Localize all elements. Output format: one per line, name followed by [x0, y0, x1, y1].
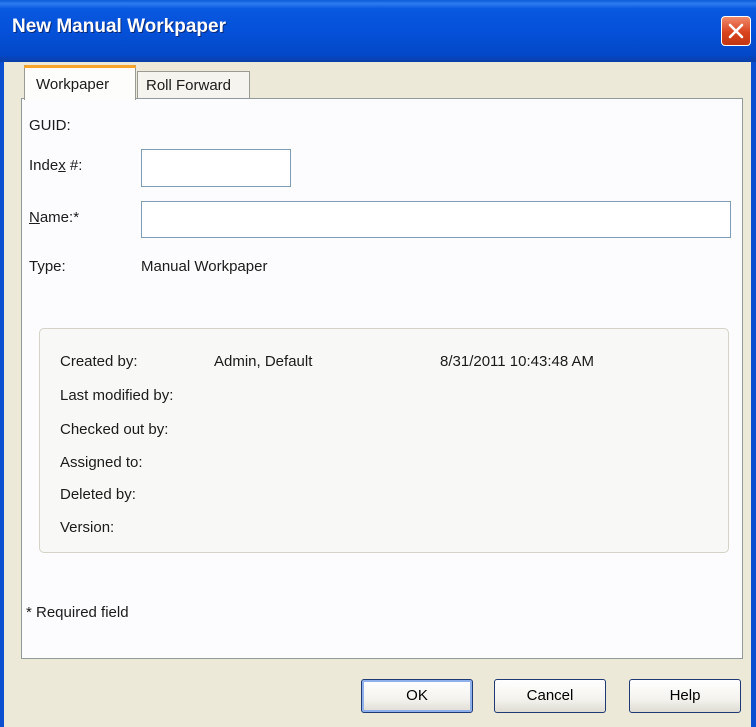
active-tab-highlight — [24, 65, 136, 68]
workpaper-info-group: Created by: Admin, Default 8/31/2011 10:… — [39, 328, 729, 553]
version-label: Version: — [60, 519, 115, 536]
index-label-end: #: — [65, 157, 83, 174]
index-label: Index #: — [29, 157, 82, 174]
index-label-accelerator: x — [58, 157, 66, 174]
workpaper-tab-page: GUID: Index #: Name:* Type: Manual Workp… — [21, 98, 743, 659]
name-label: Name:* — [29, 209, 79, 226]
tab-workpaper[interactable]: Workpaper — [24, 65, 136, 100]
deleted-by-label: Deleted by: — [60, 486, 136, 503]
last-modified-by-label: Last modified by: — [60, 387, 174, 404]
assigned-to-label: Assigned to: — [60, 454, 143, 471]
guid-label: GUID: — [29, 117, 71, 134]
created-by-value: Admin, Default — [214, 353, 313, 370]
cancel-button[interactable]: Cancel — [494, 679, 606, 713]
type-value: Manual Workpaper — [141, 258, 268, 275]
tab-roll-forward-label: Roll Forward — [146, 77, 232, 94]
window-frame-right — [751, 62, 756, 727]
index-input[interactable] — [141, 149, 291, 187]
created-by-label: Created by: — [60, 353, 138, 370]
close-button[interactable] — [721, 16, 751, 46]
tab-workpaper-label: Workpaper — [36, 76, 110, 93]
help-button[interactable]: Help — [629, 679, 741, 713]
checked-out-by-label: Checked out by: — [60, 421, 169, 438]
ok-button[interactable]: OK — [361, 679, 473, 713]
window-frame-left — [0, 62, 4, 727]
type-label: Type: — [29, 258, 66, 275]
tab-roll-forward[interactable]: Roll Forward — [137, 71, 250, 100]
dialog-title: New Manual Workpaper — [12, 16, 226, 37]
index-label-start: Inde — [29, 157, 59, 174]
name-label-end: ame:* — [39, 209, 80, 226]
created-date-value: 8/31/2011 10:43:48 AM — [440, 353, 595, 370]
name-label-accelerator: N — [29, 209, 40, 226]
close-icon — [728, 23, 744, 39]
title-bar[interactable]: New Manual Workpaper — [0, 0, 756, 62]
new-manual-workpaper-dialog: New Manual Workpaper Workpaper Roll Forw… — [0, 0, 756, 727]
name-input[interactable] — [141, 201, 731, 238]
required-field-note: * Required field — [26, 604, 129, 621]
